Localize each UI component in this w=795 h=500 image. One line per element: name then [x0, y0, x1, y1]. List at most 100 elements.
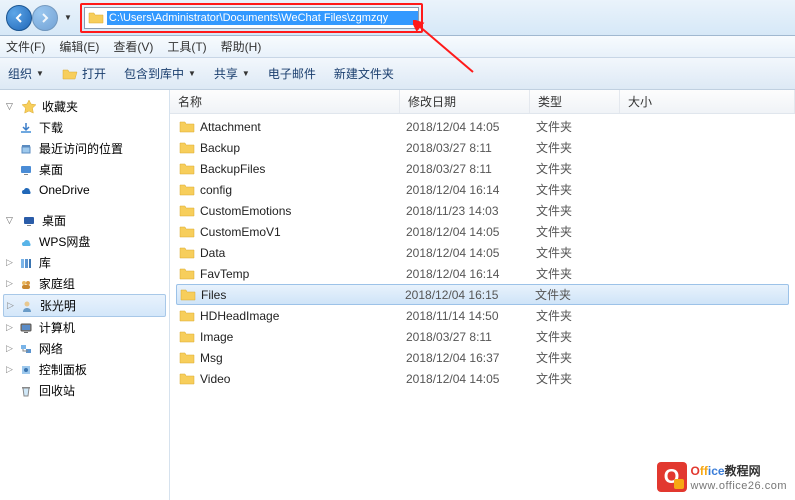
file-date: 2018/12/04 16:37	[406, 351, 536, 365]
file-row[interactable]: Msg2018/12/04 16:37文件夹	[170, 347, 795, 368]
column-name[interactable]: 名称	[170, 90, 400, 113]
file-name: Msg	[200, 351, 406, 365]
cloud-icon	[18, 234, 34, 250]
back-button[interactable]	[6, 5, 32, 31]
recent-icon	[18, 141, 34, 157]
column-date[interactable]: 修改日期	[400, 90, 530, 113]
file-name: HDHeadImage	[200, 309, 406, 323]
file-type: 文件夹	[536, 181, 626, 198]
watermark-url: www.office26.com	[691, 480, 787, 492]
network-icon	[18, 341, 34, 357]
menu-file[interactable]: 文件(F)	[6, 38, 45, 55]
include-button[interactable]: 包含到库中▼	[124, 65, 196, 82]
file-name: Backup	[200, 141, 406, 155]
file-name: Files	[201, 288, 405, 302]
file-row[interactable]: HDHeadImage2018/11/14 14:50文件夹	[170, 305, 795, 326]
sidebar-item-downloads[interactable]: 下载	[0, 117, 169, 138]
star-icon	[21, 99, 37, 115]
menubar: 文件(F) 编辑(E) 查看(V) 工具(T) 帮助(H)	[0, 36, 795, 58]
sidebar-item-recycle[interactable]: 回收站	[0, 380, 169, 401]
sidebar-item-control-panel[interactable]: ▷ 控制面板	[0, 359, 169, 380]
watermark-logo-icon: O	[657, 462, 687, 492]
file-type: 文件夹	[536, 265, 626, 282]
chevron-right-icon: ▷	[7, 300, 14, 311]
file-row[interactable]: BackupFiles2018/03/27 8:11文件夹	[170, 158, 795, 179]
sidebar-item-desktop-fav[interactable]: 桌面	[0, 159, 169, 180]
titlebar: ▼ C:\Users\Administrator\Documents\WeCha…	[0, 0, 795, 36]
file-row[interactable]: CustomEmoV12018/12/04 14:05文件夹	[170, 221, 795, 242]
file-row[interactable]: CustomEmotions2018/11/23 14:03文件夹	[170, 200, 795, 221]
column-type[interactable]: 类型	[530, 90, 620, 113]
sidebar-header-favorites[interactable]: ▽ 收藏夹	[0, 96, 169, 117]
chevron-down-icon: ▼	[36, 69, 44, 78]
menu-tools[interactable]: 工具(T)	[167, 38, 206, 55]
control-panel-icon	[18, 362, 34, 378]
new-folder-button[interactable]: 新建文件夹	[334, 65, 394, 82]
menu-view[interactable]: 查看(V)	[113, 38, 153, 55]
file-row[interactable]: Image2018/03/27 8:11文件夹	[170, 326, 795, 347]
menu-edit[interactable]: 编辑(E)	[59, 38, 99, 55]
file-date: 2018/11/23 14:03	[406, 204, 536, 218]
chevron-right-icon: ▷	[6, 343, 13, 354]
chevron-right-icon: ▷	[6, 257, 13, 268]
watermark-title: Office教程网	[691, 462, 787, 480]
file-date: 2018/03/27 8:11	[406, 141, 536, 155]
file-name: config	[200, 183, 406, 197]
column-size[interactable]: 大小	[620, 90, 795, 113]
file-name: Video	[200, 372, 406, 386]
share-button[interactable]: 共享▼	[214, 65, 250, 82]
nav-buttons	[6, 5, 58, 31]
user-icon	[19, 298, 35, 314]
sidebar-item-onedrive[interactable]: OneDrive	[0, 180, 169, 200]
file-row[interactable]: Data2018/12/04 14:05文件夹	[170, 242, 795, 263]
file-name: Data	[200, 246, 406, 260]
toolbar: 组织▼ 打开 包含到库中▼ 共享▼ 电子邮件 新建文件夹	[0, 58, 795, 90]
file-row[interactable]: FavTemp2018/12/04 16:14文件夹	[170, 263, 795, 284]
sidebar-item-library[interactable]: ▷ 库	[0, 252, 169, 273]
column-headers: 名称 修改日期 类型 大小	[170, 90, 795, 114]
file-row[interactable]: config2018/12/04 16:14文件夹	[170, 179, 795, 200]
open-button[interactable]: 打开	[62, 65, 106, 82]
file-date: 2018/03/27 8:11	[406, 162, 536, 176]
sidebar-item-network[interactable]: ▷ 网络	[0, 338, 169, 359]
file-name: CustomEmoV1	[200, 225, 406, 239]
file-type: 文件夹	[536, 202, 626, 219]
sidebar-item-wps[interactable]: WPS网盘	[0, 231, 169, 252]
sidebar-item-computer[interactable]: ▷ 计算机	[0, 317, 169, 338]
file-date: 2018/12/04 14:05	[406, 225, 536, 239]
file-type: 文件夹	[536, 118, 626, 135]
file-date: 2018/11/14 14:50	[406, 309, 536, 323]
chevron-right-icon: ▷	[6, 322, 13, 333]
address-path[interactable]: C:\Users\Administrator\Documents\WeChat …	[107, 11, 418, 25]
file-type: 文件夹	[536, 244, 626, 261]
file-type: 文件夹	[536, 160, 626, 177]
organize-button[interactable]: 组织▼	[8, 65, 44, 82]
chevron-down-icon: ▽	[6, 215, 16, 226]
email-button[interactable]: 电子邮件	[268, 65, 316, 82]
watermark: O Office教程网 www.office26.com	[657, 462, 787, 492]
file-row[interactable]: Files2018/12/04 16:15文件夹	[176, 284, 789, 305]
file-date: 2018/12/04 14:05	[406, 372, 536, 386]
forward-button[interactable]	[32, 5, 58, 31]
sidebar-item-user[interactable]: ▷ 张光明	[3, 294, 166, 317]
file-date: 2018/12/04 16:14	[406, 267, 536, 281]
file-type: 文件夹	[536, 328, 626, 345]
file-list: Attachment2018/12/04 14:05文件夹Backup2018/…	[170, 114, 795, 391]
sidebar-item-recent[interactable]: 最近访问的位置	[0, 138, 169, 159]
file-date: 2018/12/04 16:14	[406, 183, 536, 197]
desktop-icon	[18, 162, 34, 178]
file-date: 2018/12/04 14:05	[406, 120, 536, 134]
chevron-down-icon[interactable]: ▼	[64, 13, 72, 22]
address-bar[interactable]: C:\Users\Administrator\Documents\WeChat …	[84, 7, 419, 29]
file-type: 文件夹	[536, 139, 626, 156]
sidebar-header-desktop[interactable]: ▽ 桌面	[0, 210, 169, 231]
chevron-down-icon: ▼	[242, 69, 250, 78]
menu-help[interactable]: 帮助(H)	[221, 38, 262, 55]
file-row[interactable]: Backup2018/03/27 8:11文件夹	[170, 137, 795, 158]
file-row[interactable]: Attachment2018/12/04 14:05文件夹	[170, 116, 795, 137]
file-date: 2018/12/04 16:15	[405, 288, 535, 302]
file-name: CustomEmotions	[200, 204, 406, 218]
sidebar-item-homegroup[interactable]: ▷ 家庭组	[0, 273, 169, 294]
file-row[interactable]: Video2018/12/04 14:05文件夹	[170, 368, 795, 389]
file-type: 文件夹	[536, 223, 626, 240]
